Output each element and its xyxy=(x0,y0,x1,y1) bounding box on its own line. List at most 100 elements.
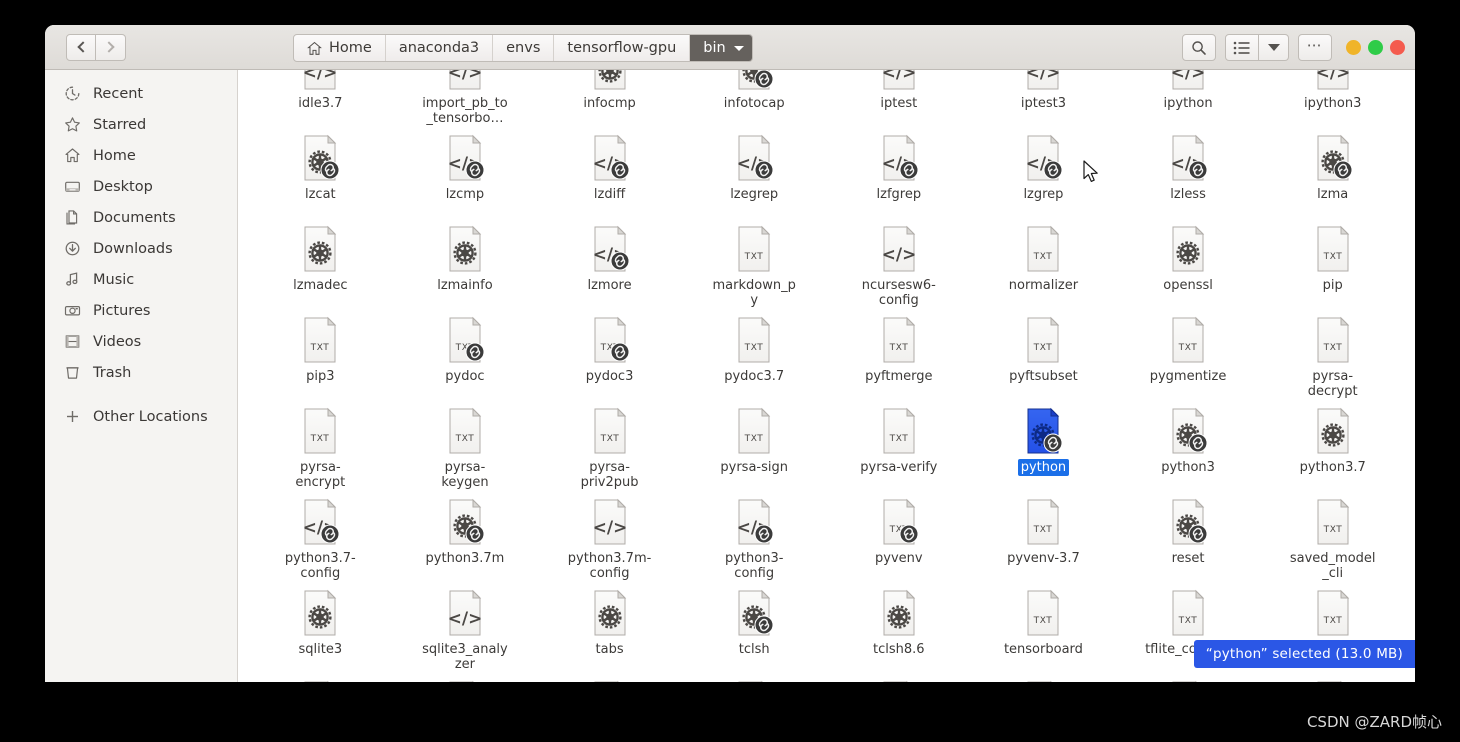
back-button[interactable] xyxy=(66,33,96,61)
txt-file-icon-symlink: TXT xyxy=(587,314,633,366)
file-name-label: pygmentize xyxy=(1149,369,1227,384)
sidebar-item-recent[interactable]: Recent xyxy=(45,78,237,109)
list-view-button[interactable] xyxy=(1225,34,1259,61)
txt-file-icon: TXT xyxy=(876,314,922,366)
file-item[interactable]: TXTtoco_from_protos xyxy=(537,674,682,682)
sidebar-item-trash[interactable]: Trash xyxy=(45,357,237,388)
file-item[interactable]: </> lzmore xyxy=(537,219,682,310)
file-item[interactable]: </> import_pb_to_tensorbo… xyxy=(393,70,538,128)
breadcrumb-item-envs[interactable]: envs xyxy=(493,35,555,61)
file-item[interactable]: TXT pip3 xyxy=(248,310,393,401)
file-item[interactable]: TXT pyrsa-sign xyxy=(682,401,827,492)
gear-file-icon-symlink xyxy=(1020,405,1066,457)
sidebar-item-videos[interactable]: Videos xyxy=(45,326,237,357)
file-item[interactable]: TXT pyftsubset xyxy=(971,310,1116,401)
file-item[interactable]: </> python3.7-config xyxy=(248,492,393,583)
sidebar-item-starred[interactable]: Starred xyxy=(45,109,237,140)
file-item[interactable]: lzmainfo xyxy=(393,219,538,310)
file-name-label: lzmore xyxy=(587,278,632,293)
file-item[interactable]: </> python3-config xyxy=(682,492,827,583)
file-item[interactable]: </> lzless xyxy=(1116,128,1261,219)
file-item[interactable]: lzma xyxy=(1260,128,1405,219)
file-item[interactable]: </> idle3.7 xyxy=(248,70,393,128)
file-name-label: iptest xyxy=(880,96,918,111)
file-item[interactable]: tput xyxy=(827,674,972,682)
file-item[interactable]: sqlite3 xyxy=(248,583,393,674)
file-item[interactable]: </> lzcmp xyxy=(393,128,538,219)
minimize-button[interactable] xyxy=(1346,40,1361,55)
file-item[interactable]: TXT pip xyxy=(1260,219,1405,310)
file-item[interactable]: tclsh xyxy=(682,583,827,674)
file-item[interactable]: TXT pyftmerge xyxy=(827,310,972,401)
file-grid-area[interactable]: </> idle3.7 </> import_pb_to_tensorbo… infoc… xyxy=(238,70,1415,682)
file-item[interactable]: TXT markdown_py xyxy=(682,219,827,310)
file-item[interactable]: </> iptest3 xyxy=(971,70,1116,128)
file-item[interactable]: TXT pyrsa-verify xyxy=(827,401,972,492)
file-item[interactable]: openssl xyxy=(1116,219,1261,310)
file-item[interactable]: TXTtoco xyxy=(393,674,538,682)
file-item[interactable]: TXT normalizer xyxy=(971,219,1116,310)
file-item[interactable]: TXT pyrsa-encrypt xyxy=(248,401,393,492)
file-item[interactable]: python3.7 xyxy=(1260,401,1405,492)
gear-file-icon xyxy=(587,587,633,639)
file-item[interactable]: TXT pyrsa-keygen xyxy=(393,401,538,492)
breadcrumb-item-home[interactable]: Home xyxy=(294,35,386,61)
file-item[interactable]: TXT pydoc xyxy=(393,310,538,401)
mouse-cursor xyxy=(1083,160,1098,182)
file-item[interactable]: TXT pydoc3 xyxy=(537,310,682,401)
main-menu-button[interactable]: ⋯ xyxy=(1298,34,1332,61)
file-item[interactable]: TXT pydoc3.7 xyxy=(682,310,827,401)
view-options-dropdown[interactable] xyxy=(1259,34,1289,61)
file-item[interactable]: tclsh8.6 xyxy=(827,583,972,674)
close-button[interactable] xyxy=(1390,40,1405,55)
file-item[interactable]: </> python3.7m-config xyxy=(537,492,682,583)
file-item[interactable]: infotocap xyxy=(682,70,827,128)
file-item[interactable]: </> iptest xyxy=(827,70,972,128)
file-item[interactable]: reset xyxy=(1116,492,1261,583)
file-item[interactable]: infocmp xyxy=(537,70,682,128)
file-item[interactable]: </> lzdiff xyxy=(537,128,682,219)
file-item[interactable]: python3.7m xyxy=(393,492,538,583)
file-item[interactable]: TXT saved_model_cli xyxy=(1260,492,1405,583)
breadcrumb-item-anaconda3[interactable]: anaconda3 xyxy=(386,35,494,61)
file-item[interactable]: lzcat xyxy=(248,128,393,219)
file-item[interactable]: TXT pyrsa-decrypt xyxy=(1260,310,1405,401)
sidebar-item-downloads[interactable]: Downloads xyxy=(45,233,237,264)
file-item[interactable]: tset xyxy=(971,674,1116,682)
file-item[interactable]: </> ipython xyxy=(1116,70,1261,128)
sidebar-item-label: Desktop xyxy=(93,178,153,195)
file-item[interactable]: TXT pygmentize xyxy=(1116,310,1261,401)
file-item[interactable]: </> ncursesw6-config xyxy=(827,219,972,310)
file-item[interactable]: </> ipython3 xyxy=(1260,70,1405,128)
sidebar-item-desktop[interactable]: Desktop xyxy=(45,171,237,202)
file-item[interactable]: TXT pyvenv-3.7 xyxy=(971,492,1116,583)
file-name-label: lzcat xyxy=(304,187,336,202)
file-item[interactable]: python xyxy=(971,401,1116,492)
sidebar-item-other-locations[interactable]: Other Locations xyxy=(45,401,237,432)
file-name-label: lzmainfo xyxy=(437,278,493,293)
file-item[interactable]: tabs xyxy=(537,583,682,674)
file-item[interactable]: TXT pyvenv xyxy=(827,492,972,583)
sidebar-item-documents[interactable]: Documents xyxy=(45,202,237,233)
maximize-button[interactable] xyxy=(1368,40,1383,55)
file-item[interactable]: TXTttx xyxy=(1116,674,1261,682)
file-item[interactable]: tic xyxy=(248,674,393,682)
file-item[interactable]: unlzma xyxy=(1260,674,1405,682)
sidebar-item-music[interactable]: Music xyxy=(45,264,237,295)
forward-button[interactable] xyxy=(96,33,126,61)
file-item[interactable]: TXT pyrsa-priv2pub xyxy=(537,401,682,492)
script-file-icon-symlink: </> xyxy=(1020,132,1066,184)
file-item[interactable]: </> lzfgrep xyxy=(827,128,972,219)
file-item[interactable]: </> sqlite3_analyzer xyxy=(393,583,538,674)
file-item[interactable]: lzmadec xyxy=(248,219,393,310)
file-item[interactable]: python3 xyxy=(1116,401,1261,492)
window-body: Recent Starred Home Desktop Documents Downloa… xyxy=(45,70,1415,682)
file-item[interactable]: toe xyxy=(682,674,827,682)
search-button[interactable] xyxy=(1182,34,1216,61)
sidebar-item-pictures[interactable]: Pictures xyxy=(45,295,237,326)
file-item[interactable]: TXT tensorboard xyxy=(971,583,1116,674)
breadcrumb-item-tensorflow-gpu[interactable]: tensorflow-gpu xyxy=(554,35,691,61)
sidebar-item-home[interactable]: Home xyxy=(45,140,237,171)
breadcrumb-item-bin[interactable]: bin xyxy=(690,35,752,61)
file-item[interactable]: </> lzegrep xyxy=(682,128,827,219)
